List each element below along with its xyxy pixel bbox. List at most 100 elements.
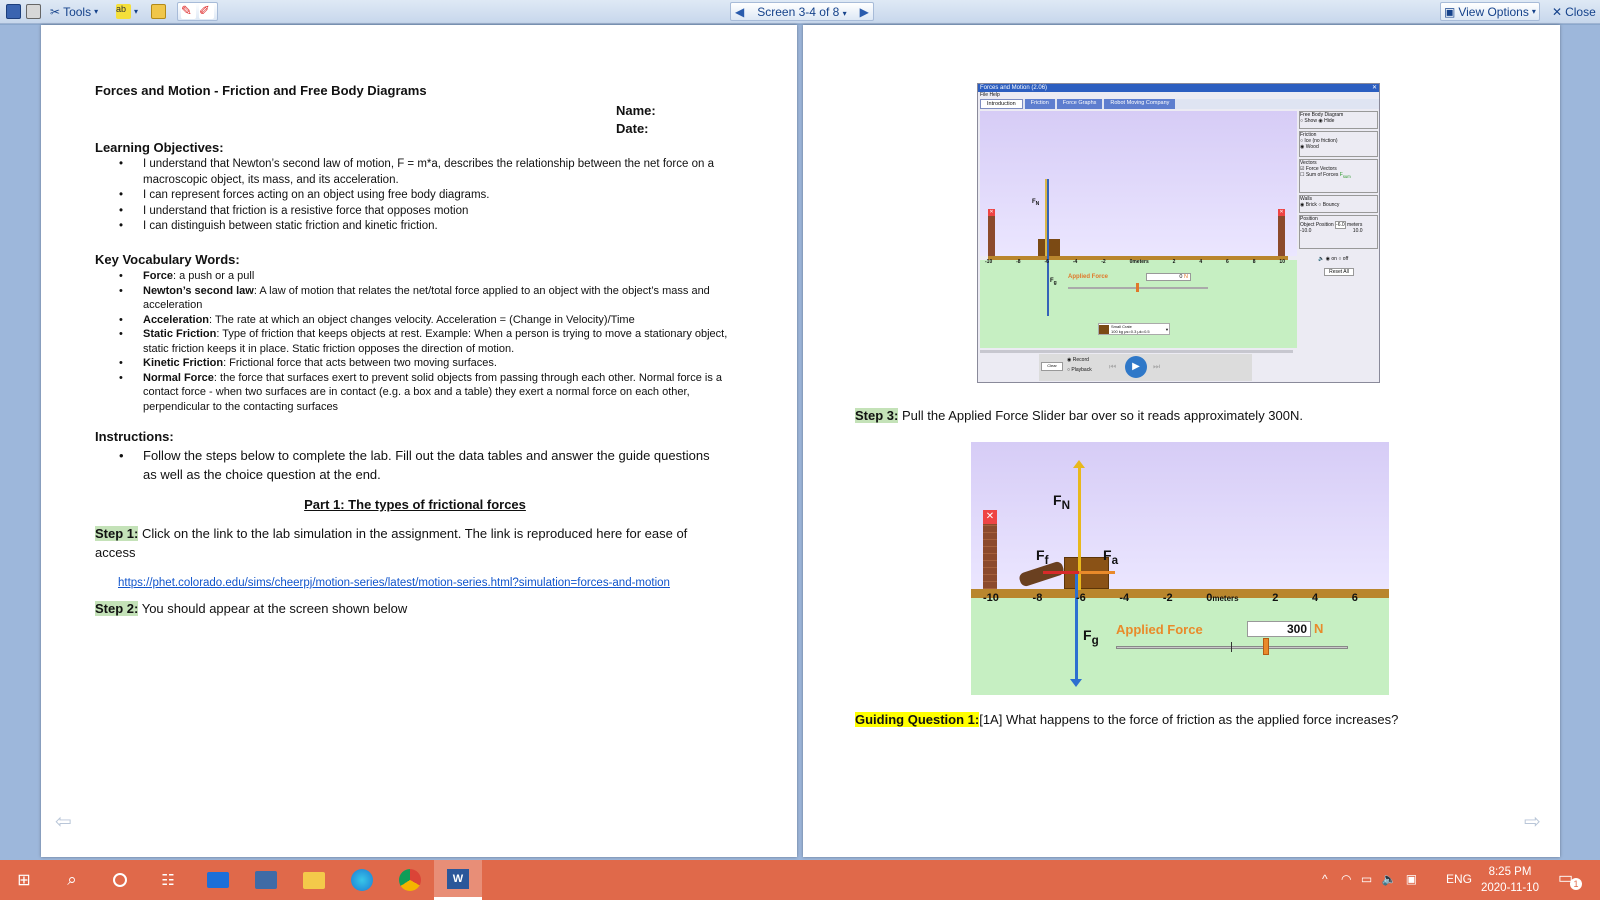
object-position-field[interactable]: -6.0 <box>1335 221 1346 229</box>
next-page-arrow-icon[interactable]: ⇨ <box>1524 809 1541 834</box>
clock[interactable]: 8:25 PM 2020-11-10 <box>1478 864 1542 896</box>
next-screen-button[interactable]: ▶ <box>860 5 869 19</box>
fbd-show-radio[interactable]: ○ Show <box>1300 118 1317 124</box>
playback-radio[interactable]: ○ Playback <box>1067 367 1092 373</box>
step-icon[interactable]: ⏭ <box>1153 362 1160 372</box>
file-explorer-app[interactable] <box>290 860 338 900</box>
sound-off-radio[interactable]: ○ off <box>1338 256 1348 262</box>
task-view-button[interactable]: ☷ <box>144 860 192 900</box>
chevron-down-icon: ▾ <box>1531 7 1536 16</box>
screen-indicator[interactable]: Screen 3-4 of 8 ▾ <box>757 5 846 19</box>
volume-icon[interactable]: 🔈 <box>1382 872 1397 886</box>
view-options-label: View Options <box>1458 4 1529 19</box>
vectors-box: Vectors ☑ Force Vectors ☐ Sum of Forces Fs… <box>1299 159 1378 193</box>
network-icon[interactable]: ▣ <box>1406 872 1417 886</box>
step2-label: Step 2: <box>95 601 139 616</box>
sum-forces-checkbox[interactable]: ☐ Sum of Forces <box>1300 172 1338 178</box>
crate-details: 100 kg μs=0.3 μk=0.5 <box>1111 329 1150 334</box>
system-tray: ^ ◠ ▭ 🔈 ▣ <box>1322 872 1417 886</box>
close-icon: ✕ <box>1278 209 1285 216</box>
cortana-icon <box>113 873 127 887</box>
search-button[interactable]: ⌕ <box>48 860 96 900</box>
tab-introduction[interactable]: Introduction <box>980 99 1023 109</box>
fbd-hide-label: Hide <box>1324 118 1335 124</box>
vocab-list: Force: a push or a pull Newton’s second … <box>95 269 745 414</box>
applied-force-field[interactable]: 0 N <box>1146 273 1191 281</box>
slider-thumb[interactable] <box>1136 283 1139 292</box>
battery-icon[interactable]: ▭ <box>1361 872 1372 886</box>
spelling-button[interactable]: ab ▾ <box>112 2 142 21</box>
applied-force-screenshot: ✕ FN Ff Fa Fg -10 -8 -6 -4 -2 0meters 2 4 6 Appl… <box>971 442 1389 695</box>
clock-time: 8:25 PM <box>1488 866 1532 878</box>
close-button[interactable]: ✕ Close <box>1548 2 1600 21</box>
reader-app[interactable] <box>242 860 290 900</box>
sound-on-radio[interactable]: ◉ on <box>1326 256 1337 262</box>
applied-force-label: Applied Force <box>1116 622 1203 637</box>
position-min: -10.0 <box>1300 228 1312 234</box>
rewind-icon[interactable]: ⏮ <box>1109 362 1116 372</box>
wood-radio[interactable]: ◉ Wood <box>1300 144 1319 150</box>
view-options-menu[interactable]: ▣ View Options ▾ <box>1440 2 1540 21</box>
tools-menu[interactable]: ✂ Tools ▾ <box>46 2 102 21</box>
ruler-tick: 10 <box>1279 259 1285 265</box>
applied-force-value: 0 <box>1179 274 1183 280</box>
play-button[interactable]: ▶ <box>1125 356 1147 378</box>
time-slider[interactable] <box>980 350 1293 353</box>
vocab-item: Static Friction: Type of friction that k… <box>95 327 745 356</box>
bouncy-label: Bouncy <box>1322 202 1340 208</box>
start-button[interactable]: ⊞ <box>0 860 48 900</box>
folder-icon <box>303 871 325 889</box>
previous-screen-button[interactable]: ◀ <box>735 5 744 19</box>
sim-ruler: -10 -8 -6 -4 -2 0meters 2 4 6 8 10 <box>985 259 1285 265</box>
language-indicator[interactable]: ENG <box>1446 872 1472 886</box>
ruler-tick: 6 <box>1351 592 1358 604</box>
mail-app[interactable] <box>194 860 242 900</box>
right-page: Forces and Motion (2.06) ✕ File Help Intr… <box>803 25 1560 857</box>
fn-subscript: N <box>1035 201 1040 208</box>
fn-letter: F <box>1053 492 1062 508</box>
sound-off-label: off <box>1342 256 1349 262</box>
view-options-icon: ▣ <box>1444 4 1456 19</box>
record-radio[interactable]: ◉ Record <box>1067 357 1089 363</box>
fa-letter: F <box>1103 547 1112 563</box>
tab-force-graphs[interactable]: Force Graphs <box>1056 99 1103 109</box>
fsum-subscript: sum <box>1342 174 1351 179</box>
step2: Step 2: You should appear at the screen … <box>95 599 407 618</box>
tab-friction[interactable]: Friction <box>1024 99 1055 109</box>
chevron-down-icon: ▾ <box>134 7 139 16</box>
word-app[interactable]: W <box>434 860 482 900</box>
notification-button[interactable]: ▭ 1 <box>1558 868 1582 892</box>
reset-all-button[interactable]: Reset All <box>1324 268 1354 276</box>
reader-icon <box>255 871 277 889</box>
instructions-heading: Instructions: <box>95 429 174 444</box>
vocab-term: Kinetic Friction <box>143 357 224 369</box>
ruler-tick: 2 <box>1172 259 1176 265</box>
track-changes-button[interactable]: ✎ ✐ <box>177 2 218 21</box>
left-wall <box>988 209 995 256</box>
object-selector[interactable]: Small Crate 100 kg μs=0.3 μk=0.5 ▼ <box>1098 323 1170 335</box>
fn-vector <box>1045 179 1047 256</box>
cortana-button[interactable] <box>96 860 144 900</box>
chevron-up-icon[interactable]: ^ <box>1322 872 1328 886</box>
previous-page-arrow-icon[interactable]: ⇦ <box>55 809 72 834</box>
chrome-app[interactable] <box>386 860 434 900</box>
applied-force-slider[interactable] <box>1116 646 1348 649</box>
wifi-icon[interactable]: ◠ <box>1341 872 1351 886</box>
applied-force-field[interactable]: 300 <box>1247 621 1311 637</box>
vocab-term: Force <box>143 270 173 282</box>
brick-radio[interactable]: ◉ Brick <box>1300 202 1317 208</box>
tab-robot-moving-company[interactable]: Robot Moving Company <box>1104 99 1176 109</box>
fbd-hide-radio[interactable]: ◉ Hide <box>1318 118 1334 124</box>
simulation-link[interactable]: https://phet.colorado.edu/sims/cheerpj/m… <box>118 577 670 589</box>
research-button[interactable] <box>147 2 170 21</box>
objectives-heading: Learning Objectives: <box>95 140 224 155</box>
bouncy-radio[interactable]: ○ Bouncy <box>1318 202 1339 208</box>
clear-button[interactable]: Clear <box>1041 362 1063 371</box>
print-button[interactable] <box>22 2 45 21</box>
edge-app[interactable] <box>338 860 386 900</box>
objective-item: I understand that friction is a resistiv… <box>95 204 745 220</box>
position-max: 10.0 <box>1352 228 1363 234</box>
crate[interactable] <box>1038 239 1060 256</box>
name-label: Name: <box>616 103 656 118</box>
slider-thumb[interactable] <box>1263 638 1269 655</box>
